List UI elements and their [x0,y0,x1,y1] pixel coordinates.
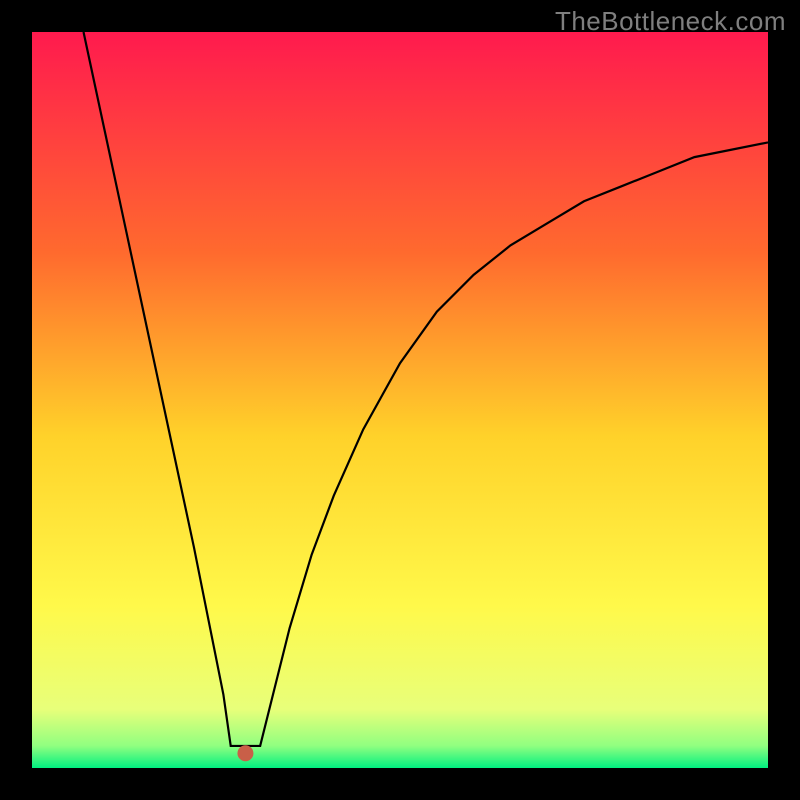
plot-svg [32,32,768,768]
watermark-text: TheBottleneck.com [555,6,786,37]
recommended-marker-icon [237,745,253,761]
plot-area [32,32,768,768]
chart-frame: TheBottleneck.com [0,0,800,800]
gradient-background [32,32,768,768]
